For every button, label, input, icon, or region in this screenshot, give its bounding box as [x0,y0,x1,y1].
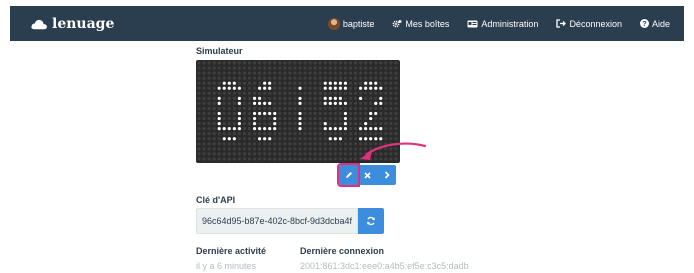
sign-out-icon [556,19,567,28]
question-circle-icon: ? [639,19,649,28]
nav-administration-label: Administration [481,18,539,29]
top-navbar: lenuage baptiste Mes boîtes Administrati… [10,6,684,41]
nav-administration[interactable]: Administration [467,19,538,29]
led-simulator [196,60,400,163]
nav-aide[interactable]: ? Aide [639,18,670,29]
simulator-title: Simulateur [196,46,243,56]
nav-deconnexion-label: Déconnexion [569,18,622,29]
led-matrix [197,61,398,161]
times-icon [364,171,371,179]
last-activity-value: il y a 6 minutes [196,261,257,271]
svg-text:?: ? [642,19,646,28]
simulator-controls [337,163,396,187]
last-connection-value: 2001:861:3dc1:eee0:a4b5:ef5e:c3c5:dadb [300,261,469,271]
refresh-icon [367,216,375,226]
next-button[interactable] [377,165,396,185]
brand[interactable]: lenuage [30,16,114,32]
nav-menu: baptiste Mes boîtes Administration Décon… [310,6,670,41]
avatar [327,17,340,30]
pencil-icon [345,172,352,178]
nav-user-label: baptiste [342,18,375,29]
id-card-icon [467,20,478,27]
nav-mes-boites[interactable]: Mes boîtes [392,19,449,29]
nav-aide-label: Aide [651,18,670,29]
brand-name: lenuage [52,15,115,32]
page: lenuage baptiste Mes boîtes Administrati… [0,0,694,273]
last-connection-label: Dernière connexion [300,246,385,256]
gears-icon [392,19,402,27]
api-key-title: Clé d'API [196,195,236,205]
api-key-row: 96c64d95-b87e-402c-8bcf-9d3dcba4f [196,208,384,234]
last-activity-label: Dernière activité [196,246,267,256]
nav-user[interactable]: baptiste [327,17,375,30]
chevron-right-icon [384,171,390,179]
cloud-icon [31,19,47,29]
api-key-field[interactable]: 96c64d95-b87e-402c-8bcf-9d3dcba4f [196,208,358,234]
nav-mes-boites-label: Mes boîtes [405,18,450,29]
close-button[interactable] [358,165,377,185]
edit-button[interactable] [337,163,360,187]
refresh-api-key-button[interactable] [358,208,384,234]
nav-deconnexion[interactable]: Déconnexion [556,19,622,29]
